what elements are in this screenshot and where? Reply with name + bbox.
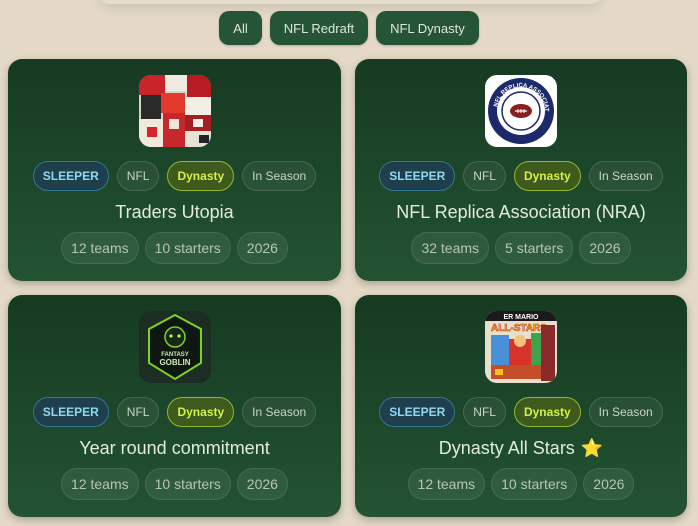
starter-count: 10 starters [491, 468, 578, 500]
season-status-tag: In Season [242, 161, 317, 191]
star-icon: ⭐ [580, 438, 604, 458]
league-tags: SLEEPER NFL Dynasty In Season [8, 397, 341, 427]
season-status-tag: In Season [588, 397, 663, 427]
league-type-tag: Dynasty [513, 397, 581, 427]
league-name: Year round commitment [79, 438, 270, 458]
season-year: 2026 [579, 232, 631, 264]
league-tags: SLEEPER NFL Dynasty In Season [355, 397, 687, 427]
platform-tag: SLEEPER [32, 161, 109, 191]
league-card-dynasty-all-stars[interactable]: ER MARIO ALL-STARS SLEEPER NFL Dynasty I… [355, 295, 687, 517]
starter-count: 10 starters [144, 232, 231, 264]
top-panel-edge [100, 0, 600, 4]
svg-text:ER MARIO: ER MARIO [504, 314, 540, 321]
league-tags: SLEEPER NFL Dynasty In Season [8, 161, 341, 191]
league-name: Traders Utopia [115, 202, 234, 222]
league-type-tag: Dynasty [167, 161, 235, 191]
league-name: Dynasty All Stars ⭐ [438, 438, 604, 458]
platform-tag: SLEEPER [32, 397, 109, 427]
sport-tag: NFL [463, 161, 506, 191]
league-logo-sale-image [138, 75, 211, 147]
league-tags: SLEEPER NFL Dynasty In Season [355, 161, 687, 191]
league-name: NFL Replica Association (NRA) [396, 202, 646, 222]
season-status-tag: In Season [588, 161, 663, 191]
league-stats: 12 teams 10 starters 2026 [355, 468, 687, 500]
league-logo-mario-cover: ER MARIO ALL-STARS [485, 311, 557, 383]
filter-all-button[interactable]: All [219, 11, 262, 45]
league-card-nfl-replica-association[interactable]: NFL REPLICA ASSOCIATION SLEEPER NFL Dyna… [355, 59, 687, 281]
platform-tag: SLEEPER [379, 161, 456, 191]
filter-nfl-redraft-button[interactable]: NFL Redraft [269, 11, 369, 45]
season-year: 2026 [583, 468, 635, 500]
season-year: 2026 [236, 468, 288, 500]
league-logo-goblin-emblem: FANTASY GOBLIN [138, 311, 211, 383]
league-type-tag: Dynasty [513, 161, 581, 191]
team-count: 12 teams [407, 468, 486, 500]
filter-bar: All NFL Redraft NFL Dynasty [0, 11, 698, 45]
sport-tag: NFL [116, 397, 160, 427]
sport-tag: NFL [463, 397, 506, 427]
svg-text:GOBLIN: GOBLIN [159, 358, 190, 367]
league-type-tag: Dynasty [167, 397, 235, 427]
team-count: 12 teams [61, 232, 139, 264]
season-year: 2026 [236, 232, 288, 264]
league-stats: 12 teams 10 starters 2026 [8, 232, 341, 264]
league-logo-nra-emblem: NFL REPLICA ASSOCIATION [485, 75, 557, 147]
season-status-tag: In Season [242, 397, 317, 427]
platform-tag: SLEEPER [379, 397, 456, 427]
starter-count: 10 starters [144, 468, 231, 500]
svg-text:ALL-STARS: ALL-STARS [491, 323, 547, 334]
league-card-traders-utopia[interactable]: SLEEPER NFL Dynasty In Season Traders Ut… [8, 59, 341, 281]
filter-nfl-dynasty-button[interactable]: NFL Dynasty [376, 11, 479, 45]
team-count: 32 teams [411, 232, 490, 264]
league-card-year-round-commitment[interactable]: FANTASY GOBLIN SLEEPER NFL Dynasty In Se… [8, 295, 341, 517]
league-grid: SLEEPER NFL Dynasty In Season Traders Ut… [8, 59, 687, 517]
league-stats: 12 teams 10 starters 2026 [8, 468, 341, 500]
league-stats: 32 teams 5 starters 2026 [355, 232, 687, 264]
team-count: 12 teams [61, 468, 139, 500]
sport-tag: NFL [116, 161, 160, 191]
starter-count: 5 starters [495, 232, 574, 264]
